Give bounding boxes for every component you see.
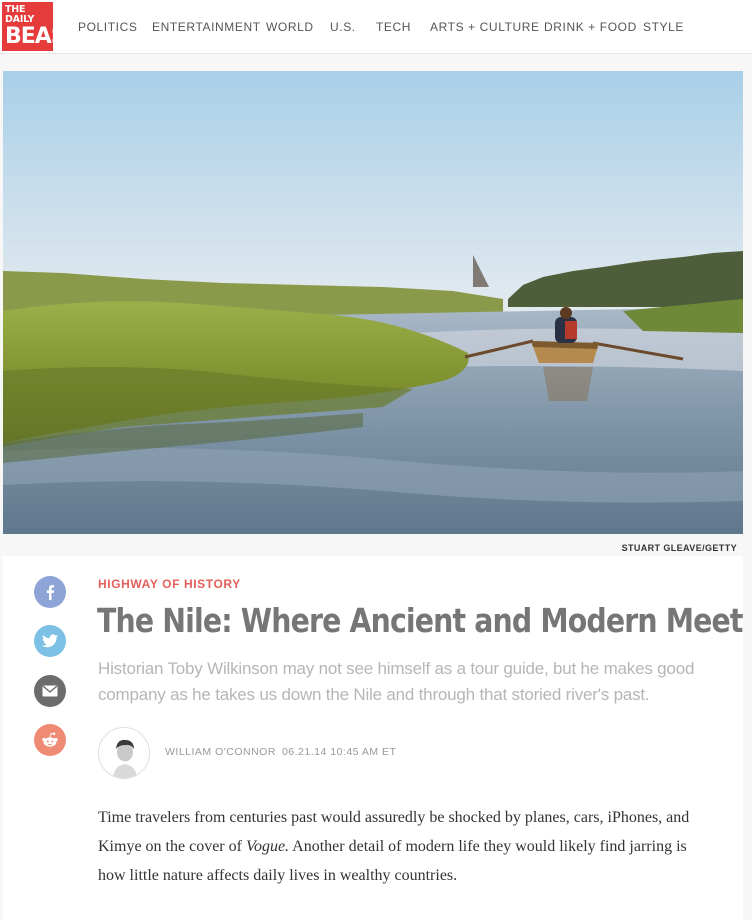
email-share-button[interactable]	[34, 675, 66, 707]
reddit-icon	[42, 732, 58, 747]
photo-credit: STUART GLEAVE/GETTY	[621, 543, 737, 553]
nav-entertainment[interactable]: ENTERTAINMENT	[152, 20, 261, 34]
nav-us[interactable]: U.S.	[330, 20, 356, 34]
logo-line-1: THE DAILY	[5, 4, 35, 25]
author-avatar[interactable]	[98, 727, 150, 779]
author-photo	[99, 728, 149, 778]
nav-style[interactable]: STYLE	[643, 20, 684, 34]
article-kicker[interactable]: HIGHWAY OF HISTORY	[98, 577, 241, 591]
author-name[interactable]: WILLIAM O'CONNOR	[165, 746, 276, 758]
reddit-share-button[interactable]	[34, 724, 66, 756]
nav-politics[interactable]: POLITICS	[78, 20, 137, 34]
facebook-share-button[interactable]	[34, 576, 66, 608]
body-text-vogue: Vogue.	[245, 838, 290, 855]
article-dek: Historian Toby Wilkinson may not see him…	[98, 659, 695, 704]
article-headline: The Nile: Where Ancient and Modern Meet	[97, 601, 743, 640]
twitter-icon	[42, 634, 58, 648]
nile-river-photo	[3, 71, 743, 534]
facebook-icon	[46, 585, 55, 600]
nav-drink-food[interactable]: DRINK + FOOD	[544, 20, 637, 34]
article-body: Time travelers from centuries past would…	[98, 803, 698, 890]
publish-date: 06.21.14 10:45 AM ET	[281, 746, 397, 758]
nav-world[interactable]: WORLD	[266, 20, 314, 34]
email-icon	[42, 685, 58, 697]
hero-image	[3, 71, 743, 534]
twitter-share-button[interactable]	[34, 625, 66, 657]
nav-arts-culture[interactable]: ARTS + CULTURE	[430, 20, 540, 34]
site-header: THE DAILY BEAST POLITICS ENTERTAINMENT W…	[0, 0, 752, 54]
nav-tech[interactable]: TECH	[376, 20, 411, 34]
logo-line-2: BEAST	[5, 24, 81, 49]
byline: WILLIAM O'CONNOR 06.21.14 10:45 AM ET	[165, 746, 402, 758]
daily-beast-logo[interactable]: THE DAILY BEAST	[2, 2, 81, 51]
